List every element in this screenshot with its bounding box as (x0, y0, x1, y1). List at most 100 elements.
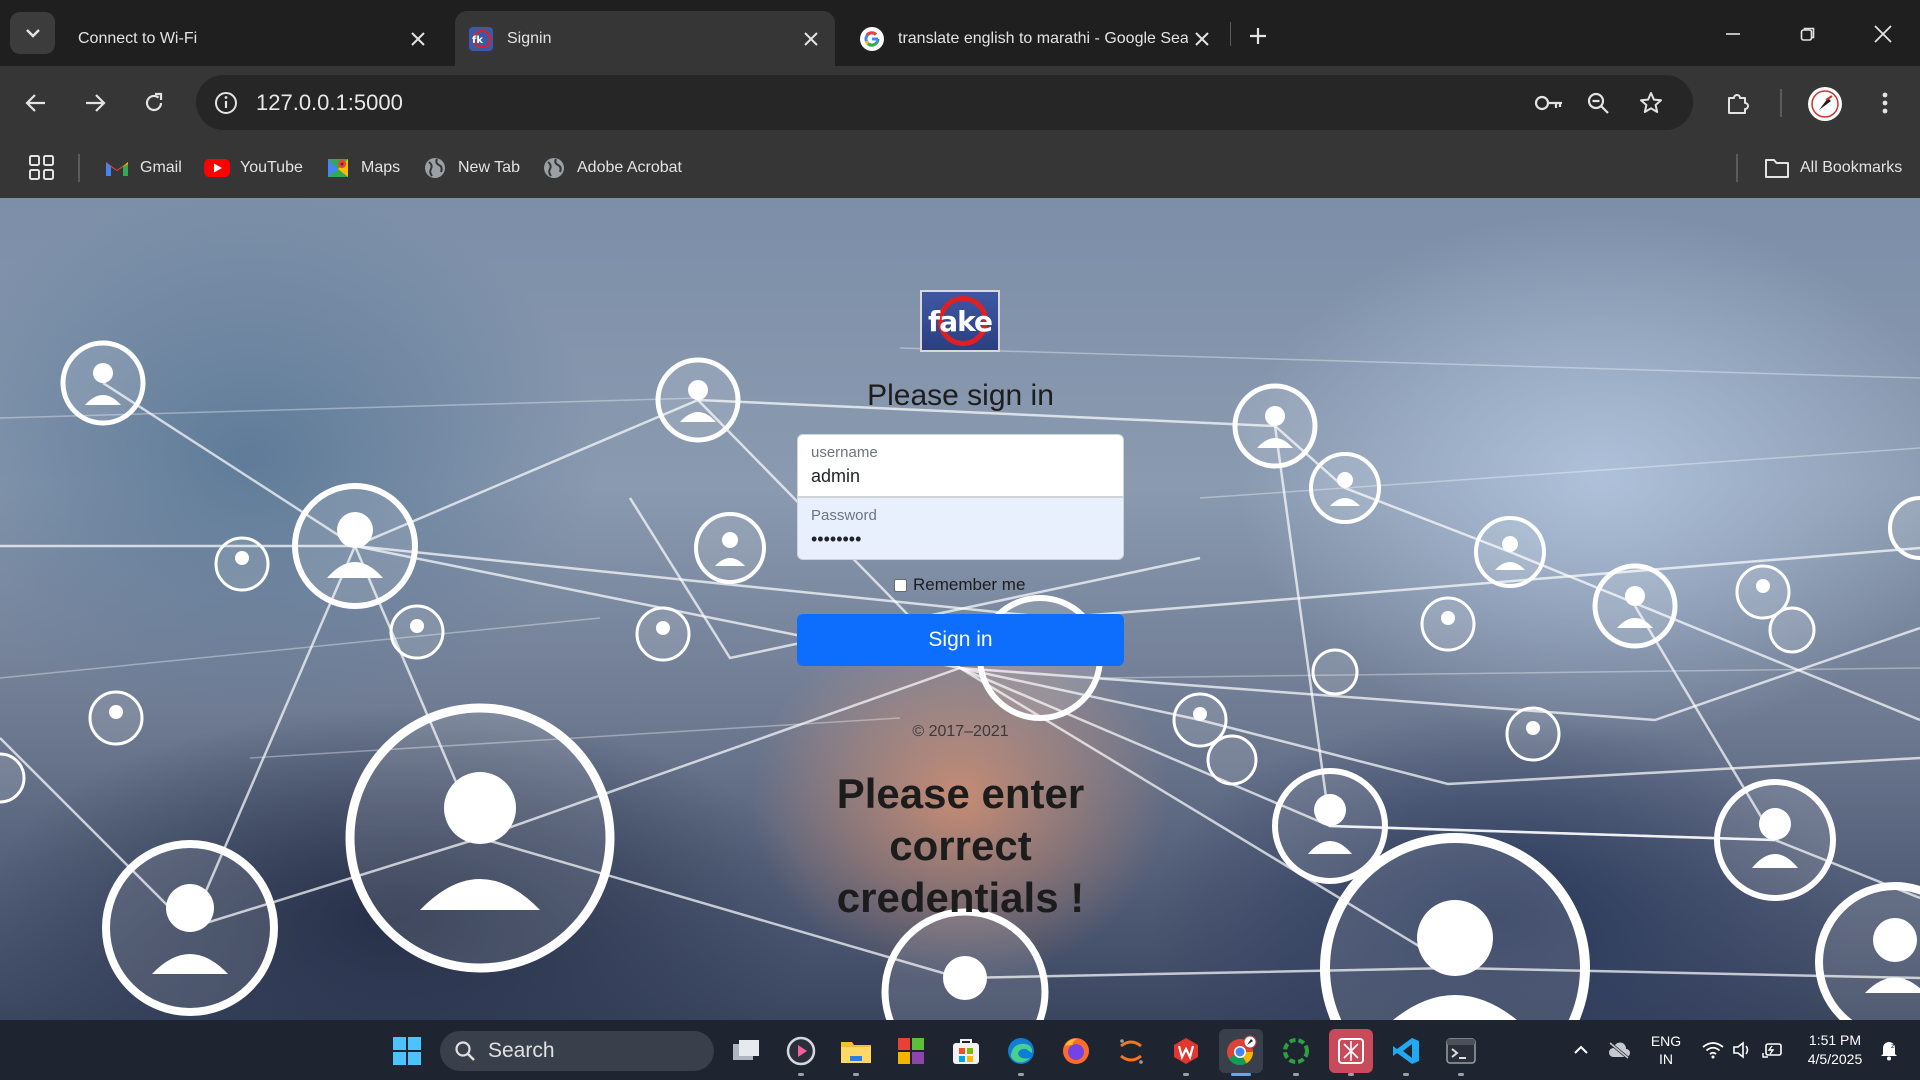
signin-button[interactable]: Sign in (797, 614, 1124, 666)
media-player-icon[interactable] (779, 1029, 823, 1076)
signin-form: fake Please sign in username admin Passw… (797, 198, 1124, 1020)
tab-connect-wifi[interactable]: Connect to Wi-Fi (64, 11, 442, 66)
restore-button[interactable] (1788, 14, 1828, 54)
language-indicator[interactable]: ENG IN (1646, 1020, 1686, 1080)
close-icon (804, 31, 818, 46)
color-tiles-icon[interactable] (889, 1029, 933, 1073)
notifications-button[interactable]: z (1874, 1020, 1904, 1080)
battery-charging-icon (1762, 1043, 1782, 1058)
tab-search-button[interactable] (10, 12, 55, 54)
back-button[interactable] (17, 84, 55, 122)
bookmark-label: YouTube (240, 159, 303, 176)
terminal-icon[interactable] (1439, 1029, 1483, 1076)
tab-strip: Connect to Wi-Fi fk Signin translate eng… (0, 0, 1920, 66)
vscode-icon[interactable] (1384, 1029, 1428, 1076)
bookmark-gmail[interactable]: Gmail (104, 152, 182, 184)
clock-date: 4/5/2025 (1807, 1051, 1863, 1067)
clock[interactable]: 1:51 PM 4/5/2025 (1800, 1020, 1870, 1080)
tab-close-button[interactable] (1188, 25, 1216, 53)
volume-button[interactable] (1728, 1020, 1756, 1080)
search-icon (455, 1041, 475, 1061)
error-message: Please enter correct credentials ! (836, 770, 1085, 921)
battery-button[interactable] (1758, 1020, 1788, 1080)
bookmark-maps[interactable]: Maps (325, 152, 400, 184)
username-value[interactable]: admin (811, 466, 860, 487)
minimize-button[interactable] (1713, 14, 1753, 54)
zoom-button[interactable] (1583, 88, 1613, 118)
logo-text: fake (928, 304, 993, 338)
all-bookmarks-button[interactable]: All Bookmarks (1764, 152, 1902, 184)
plus-icon (1250, 28, 1266, 44)
close-icon (411, 31, 425, 46)
bookmark-label: Gmail (140, 159, 182, 176)
new-tab-button[interactable] (1240, 18, 1276, 54)
wps-office-icon[interactable] (1164, 1029, 1208, 1076)
bookmark-youtube[interactable]: YouTube (204, 152, 303, 184)
extensions-button[interactable] (1719, 84, 1757, 122)
browser-toolbar: 127.0.0.1:5000 (0, 66, 1920, 139)
signin-page: fake Please sign in username admin Passw… (0, 198, 1920, 1020)
bookmark-label: New Tab (458, 159, 520, 176)
url-text[interactable]: 127.0.0.1:5000 (256, 90, 403, 116)
zoom-out-icon (1587, 92, 1609, 114)
task-view-icon[interactable] (724, 1029, 768, 1073)
reload-button[interactable] (135, 84, 173, 122)
wifi-icon (1702, 1042, 1724, 1059)
signin-heading: Please sign in (867, 379, 1054, 412)
all-bookmarks-label: All Bookmarks (1800, 159, 1903, 176)
language-line2: IN (1659, 1051, 1673, 1067)
chrome-icon[interactable] (1219, 1029, 1263, 1076)
minimize-icon (1726, 33, 1740, 35)
cursor-app-icon[interactable] (1329, 1029, 1373, 1076)
bookmarks-divider (1736, 154, 1738, 182)
forward-button[interactable] (76, 84, 114, 122)
firefox-icon[interactable] (1054, 1029, 1098, 1073)
tray-overflow-button[interactable] (1566, 1020, 1596, 1080)
edge-icon[interactable] (999, 1029, 1043, 1076)
bookmarks-bar: Gmail YouTube Maps New Tab Adobe Acrobat… (0, 139, 1920, 198)
password-field[interactable]: Password •••••••• (797, 497, 1124, 560)
tab-title: translate english to marathi - Google Se… (898, 29, 1188, 47)
remember-me[interactable]: Remember me (894, 575, 1025, 595)
jupyter-icon[interactable] (1109, 1029, 1153, 1073)
taskbar-search[interactable]: Search (440, 1031, 714, 1071)
remember-me-checkbox[interactable] (894, 578, 907, 592)
restore-icon (1800, 27, 1815, 41)
chrome-menu-button[interactable] (1866, 84, 1904, 122)
bookmark-star-button[interactable] (1636, 88, 1666, 118)
spinner-app-icon[interactable] (1274, 1029, 1318, 1076)
close-window-button[interactable] (1863, 14, 1903, 54)
store-icon[interactable] (944, 1029, 988, 1073)
chevron-down-icon (25, 29, 40, 38)
password-value[interactable]: •••••••• (811, 529, 861, 550)
cloud-off-icon (1608, 1041, 1630, 1059)
bookmark-adobe-acrobat[interactable]: Adobe Acrobat (541, 152, 682, 184)
tab-signin[interactable]: fk Signin (455, 11, 835, 66)
bookmark-new-tab[interactable]: New Tab (422, 152, 520, 184)
fake-logo-icon: fk (469, 26, 493, 51)
windows-start-icon[interactable] (392, 1036, 422, 1066)
language-line1: ENG (1650, 1033, 1682, 1049)
windows-taskbar: Search ENG IN 1:51 PM 4/5/2025 z (0, 1020, 1920, 1080)
tab-google-search[interactable]: translate english to marathi - Google Se… (846, 11, 1226, 66)
onedrive-button[interactable] (1604, 1020, 1634, 1080)
apps-grid-icon[interactable] (28, 154, 56, 182)
bookmark-label: Maps (361, 159, 401, 176)
password-key-button[interactable] (1534, 88, 1564, 118)
tab-close-button[interactable] (797, 25, 825, 53)
close-icon (1874, 25, 1892, 43)
tab-title: Connect to Wi-Fi (78, 29, 198, 47)
tab-close-button[interactable] (404, 25, 432, 53)
clock-time: 1:51 PM (1808, 1032, 1862, 1048)
password-label: Password (811, 507, 877, 524)
youtube-icon (204, 155, 230, 181)
wifi-button[interactable] (1698, 1020, 1728, 1080)
arrow-right-icon (86, 94, 106, 112)
bookmarks-divider (78, 154, 80, 182)
file-explorer-icon[interactable] (834, 1029, 878, 1076)
address-bar[interactable]: 127.0.0.1:5000 (196, 75, 1693, 130)
site-info-icon[interactable] (212, 89, 240, 117)
profile-avatar[interactable] (1808, 87, 1842, 121)
maps-icon (325, 155, 351, 181)
username-field[interactable]: username admin (797, 434, 1124, 497)
